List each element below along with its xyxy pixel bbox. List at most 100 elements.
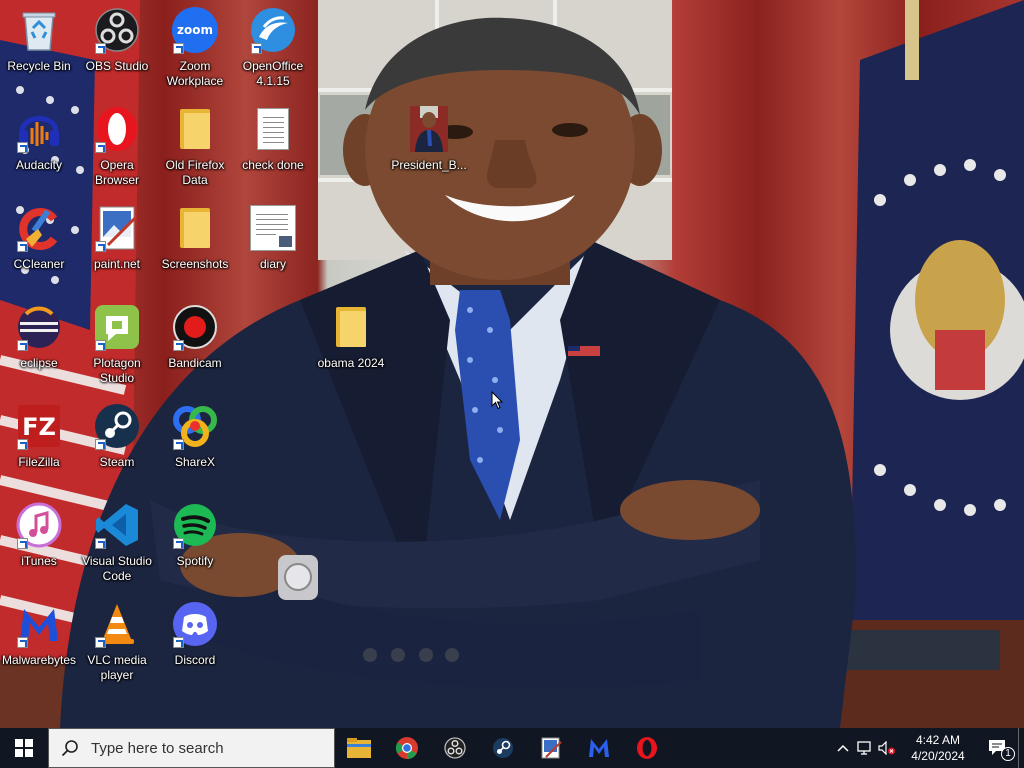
network-button[interactable] — [854, 728, 876, 768]
desktop-icon-ccleaner[interactable]: CCleaner — [0, 204, 78, 272]
folder-icon — [327, 303, 375, 351]
desktop-icon-itunes[interactable]: iTunes — [0, 501, 78, 569]
start-button[interactable] — [0, 728, 48, 768]
obs-studio-icon — [444, 737, 466, 759]
paint-net-icon — [541, 737, 562, 759]
desktop-icon-openoffice[interactable]: OpenOffice 4.1.15 — [234, 6, 312, 89]
shortcut-arrow-icon — [95, 241, 106, 252]
desktop-icon-malwarebytes[interactable]: Malwarebytes — [0, 600, 78, 668]
desktop-icon-filezilla[interactable]: FZ FileZilla — [0, 402, 78, 470]
desktop-icon-spotify[interactable]: Spotify — [156, 501, 234, 569]
desktop-icon-label: FileZilla — [18, 455, 60, 469]
shortcut-arrow-icon — [173, 439, 184, 450]
desktop-icon-label: Opera Browser — [94, 158, 139, 187]
shortcut-arrow-icon — [173, 340, 184, 351]
folder-icon — [171, 105, 219, 153]
desktop-icon-vscode[interactable]: Visual Studio Code — [78, 501, 156, 584]
desktop-icon-label: Malwarebytes — [1, 653, 77, 667]
action-center-button[interactable]: 1 — [978, 728, 1018, 768]
desktop-icon-label: OpenOffice 4.1.15 — [242, 59, 304, 88]
taskbar-chrome[interactable] — [383, 728, 431, 768]
taskbar-paint-net[interactable] — [527, 728, 575, 768]
audacity-icon — [15, 105, 63, 153]
desktop-icon-opera[interactable]: Opera Browser — [78, 105, 156, 188]
malwarebytes-icon — [589, 739, 609, 757]
zoom-icon: zoom — [171, 6, 219, 54]
desktop-icon-label: Visual Studio Code — [82, 554, 152, 583]
taskbar-steam[interactable] — [479, 728, 527, 768]
notification-badge: 1 — [1001, 747, 1015, 761]
desktop-icon-label: CCleaner — [13, 257, 65, 271]
desktop-icon-label: Old Firefox Data — [165, 158, 225, 187]
desktop-icon-recycle-bin[interactable]: Recycle Bin — [0, 6, 78, 74]
taskbar: Type here to search 4:42 AM 4/20/2024 1 — [0, 728, 1024, 768]
ccleaner-icon — [15, 204, 63, 252]
desktop-icon-president-image[interactable]: President_B... — [389, 105, 469, 173]
filezilla-icon: FZ — [15, 402, 63, 450]
desktop-icon-label: Bandicam — [168, 356, 222, 370]
document-icon — [249, 204, 297, 252]
desktop-icon-steam[interactable]: Steam — [78, 402, 156, 470]
desktop-icon-label: Screenshots — [161, 257, 229, 271]
desktop-icon-eclipse[interactable]: eclipse — [0, 303, 78, 371]
desktop-icon-bandicam[interactable]: Bandicam — [156, 303, 234, 371]
shortcut-arrow-icon — [173, 637, 184, 648]
desktop-icon-paint-net[interactable]: paint.net — [78, 204, 156, 272]
file-explorer-icon — [347, 738, 371, 758]
desktop-icon-discord[interactable]: Discord — [156, 600, 234, 668]
desktop-icon-label: paint.net — [93, 257, 141, 271]
desktop-icon-label: obama 2024 — [317, 356, 385, 370]
chrome-icon — [396, 737, 418, 759]
shortcut-arrow-icon — [17, 538, 28, 549]
desktop-icon-diary[interactable]: diary — [234, 204, 312, 272]
search-placeholder: Type here to search — [91, 739, 224, 757]
discord-icon — [171, 600, 219, 648]
show-desktop-button[interactable] — [1018, 728, 1024, 768]
desktop-icon-label: Discord — [174, 653, 216, 667]
vscode-icon — [93, 501, 141, 549]
shortcut-arrow-icon — [95, 43, 106, 54]
shortcut-arrow-icon — [17, 637, 28, 648]
search-input[interactable]: Type here to search — [48, 728, 335, 768]
desktop-icon-label: Audacity — [15, 158, 63, 172]
shortcut-arrow-icon — [17, 142, 28, 153]
desktop-icon-label: Recycle Bin — [7, 59, 71, 73]
bandicam-icon — [171, 303, 219, 351]
malwarebytes-icon — [15, 600, 63, 648]
openoffice-icon — [249, 6, 297, 54]
shortcut-arrow-icon — [17, 340, 28, 351]
volume-muted-icon — [878, 741, 895, 755]
desktop-icon-obama-2024[interactable]: obama 2024 — [312, 303, 390, 371]
desktop-icon-label: Zoom Workplace — [166, 59, 224, 88]
taskbar-obs-studio[interactable] — [431, 728, 479, 768]
sharex-icon — [171, 402, 219, 450]
clock-date: 4/20/2024 — [911, 749, 965, 763]
vlc-icon — [93, 600, 141, 648]
desktop-icon-screenshots[interactable]: Screenshots — [156, 204, 234, 272]
opera-icon — [637, 737, 657, 759]
desktop-icon-label: Steam — [99, 455, 135, 469]
desktop-icon-audacity[interactable]: Audacity — [0, 105, 78, 173]
search-icon — [61, 740, 78, 757]
shortcut-arrow-icon — [95, 340, 106, 351]
taskbar-malwarebytes[interactable] — [575, 728, 623, 768]
taskbar-file-explorer[interactable] — [335, 728, 383, 768]
show-hidden-icons-button[interactable] — [832, 728, 854, 768]
mouse-cursor-icon — [491, 391, 503, 410]
desktop-icon-label: Spotify — [176, 554, 214, 568]
desktop-icon-label: Plotagon Studio — [93, 356, 141, 385]
desktop-icon-check-done[interactable]: check done — [234, 105, 312, 173]
taskbar-opera[interactable] — [623, 728, 671, 768]
volume-button[interactable] — [876, 728, 898, 768]
shortcut-arrow-icon — [251, 43, 262, 54]
steam-icon — [493, 738, 513, 758]
desktop-icon-zoom[interactable]: zoom Zoom Workplace — [156, 6, 234, 89]
taskbar-clock[interactable]: 4:42 AM 4/20/2024 — [898, 732, 978, 764]
desktop-icon-old-firefox-data[interactable]: Old Firefox Data — [156, 105, 234, 188]
desktop-icon-vlc[interactable]: VLC media player — [78, 600, 156, 683]
desktop-icon-obs-studio[interactable]: OBS Studio — [78, 6, 156, 74]
svg-text:FZ: FZ — [22, 413, 56, 441]
desktop-icon-label: check done — [242, 158, 304, 172]
desktop-icon-sharex[interactable]: ShareX — [156, 402, 234, 470]
desktop-icon-plotagon[interactable]: Plotagon Studio — [78, 303, 156, 386]
